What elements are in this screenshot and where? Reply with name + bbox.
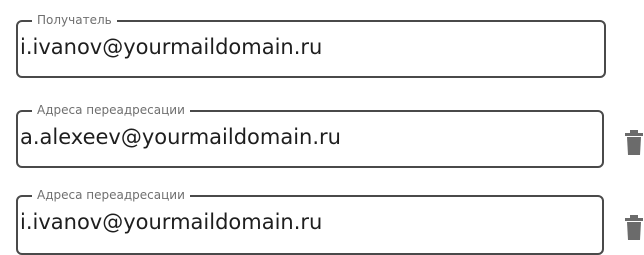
forwarding-address-field[interactable]: Адреса переадресации a.alexeev@yourmaild… [16, 102, 604, 168]
trash-icon-graphic [625, 130, 643, 155]
trash-icon-graphic [625, 215, 643, 240]
recipient-field[interactable]: Получатель i.ivanov@yourmaildomain.ru [16, 12, 606, 78]
recipient-email-value[interactable]: i.ivanov@yourmaildomain.ru [20, 22, 322, 72]
forwarding-email-value[interactable]: a.alexeev@yourmaildomain.ru [20, 112, 341, 162]
trash-icon[interactable] [624, 130, 644, 156]
forwarding-address-field[interactable]: Адреса переадресации i.ivanov@yourmaildo… [16, 187, 604, 255]
forwarding-email-value[interactable]: i.ivanov@yourmaildomain.ru [20, 197, 322, 247]
trash-icon[interactable] [624, 215, 644, 241]
